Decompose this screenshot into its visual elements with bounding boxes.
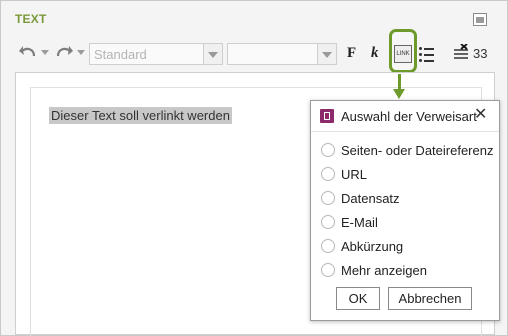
- redo-icon[interactable]: [55, 44, 73, 64]
- link-type-icon: [320, 109, 334, 123]
- option-label: Mehr anzeigen: [341, 263, 427, 278]
- selected-text[interactable]: Dieser Text soll verlinkt werden: [49, 107, 232, 124]
- radio-button[interactable]: [321, 215, 335, 229]
- radio-button[interactable]: [321, 191, 335, 205]
- radio-button[interactable]: [321, 143, 335, 157]
- link-button[interactable]: LINK: [394, 45, 412, 63]
- editor-toolbar: Standard F k LINK 33: [15, 29, 495, 73]
- redo-dropdown-icon[interactable]: [77, 50, 85, 55]
- dialog-title: Auswahl der Verweisart: [341, 109, 477, 124]
- restore-icon[interactable]: [473, 13, 487, 26]
- undo-dropdown-icon[interactable]: [41, 50, 49, 55]
- list-icon[interactable]: [419, 46, 435, 62]
- option-label: E-Mail: [341, 215, 378, 230]
- radio-button[interactable]: [321, 167, 335, 181]
- pointer-arrow-head: [393, 89, 405, 99]
- bold-button[interactable]: F: [347, 45, 356, 62]
- clear-format-icon[interactable]: [453, 44, 469, 62]
- character-counter: 33: [473, 46, 488, 61]
- format-select[interactable]: [227, 43, 337, 65]
- link-type-dialog: Auswahl der Verweisart ✕ Seiten- oder Da…: [310, 100, 500, 321]
- ok-button[interactable]: OK: [336, 287, 380, 310]
- close-icon[interactable]: ✕: [474, 107, 487, 123]
- option-label: URL: [341, 167, 368, 182]
- dialog-header: Auswahl der Verweisart ✕: [311, 101, 499, 132]
- panel-title: TEXT: [15, 12, 47, 26]
- radio-button[interactable]: [321, 239, 335, 253]
- cancel-button[interactable]: Abbrechen: [388, 287, 472, 310]
- italic-button[interactable]: k: [371, 45, 379, 62]
- radio-button[interactable]: [321, 263, 335, 277]
- option-label: Abkürzung: [341, 239, 404, 254]
- paragraph-style-select[interactable]: Standard: [89, 43, 223, 65]
- option-label: Datensatz: [341, 191, 400, 206]
- option-label: Seiten- oder Dateireferenz: [341, 143, 494, 158]
- paragraph-style-value: Standard: [94, 47, 147, 62]
- pointer-arrow: [398, 74, 401, 90]
- chevron-down-icon[interactable]: [317, 44, 336, 64]
- chevron-down-icon[interactable]: [203, 44, 222, 64]
- undo-icon[interactable]: [19, 44, 37, 64]
